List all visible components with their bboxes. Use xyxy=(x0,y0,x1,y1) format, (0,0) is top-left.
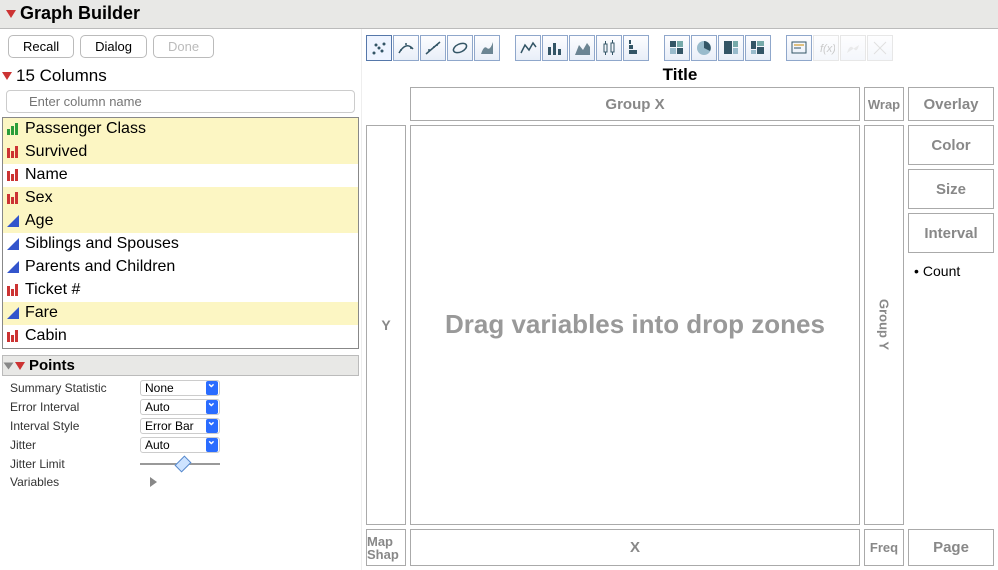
column-item-sex[interactable]: Sex xyxy=(3,187,358,210)
svg-text:f(x): f(x) xyxy=(820,43,835,55)
interval-zone[interactable]: Interval xyxy=(908,213,994,253)
jitter-label: Jitter xyxy=(10,438,140,452)
overlay-zone[interactable]: Overlay xyxy=(908,87,994,121)
error-interval-select[interactable]: Auto xyxy=(140,399,220,415)
continuous-icon xyxy=(7,238,21,250)
parallel-chart-button[interactable] xyxy=(867,35,893,61)
x-zone[interactable]: X xyxy=(410,529,860,566)
mapshape-zone[interactable]: Map Shap xyxy=(366,529,406,566)
treemap-chart-button[interactable] xyxy=(718,35,744,61)
column-item-passenger-class[interactable]: Passenger Class xyxy=(3,118,358,141)
heatmap-chart-button[interactable] xyxy=(664,35,690,61)
caption-box-button[interactable] xyxy=(786,35,812,61)
column-label: Parents and Children xyxy=(25,258,175,276)
done-button: Done xyxy=(153,35,214,58)
column-label: Age xyxy=(25,212,53,230)
size-zone[interactable]: Size xyxy=(908,169,994,209)
ellipse-chart-button[interactable] xyxy=(447,35,473,61)
column-search-input[interactable] xyxy=(6,90,355,113)
dialog-button[interactable]: Dialog xyxy=(80,35,147,58)
column-label: Survived xyxy=(25,143,87,161)
smoother-chart-button[interactable] xyxy=(393,35,419,61)
page-zone[interactable]: Page xyxy=(908,529,994,566)
formula-chart-button[interactable]: f(x) xyxy=(813,35,839,61)
nominal-icon xyxy=(7,169,21,181)
graph-area: f(x) Title Group X Wrap Overlay Y Drag v… xyxy=(362,29,998,570)
nominal-icon xyxy=(7,192,21,204)
expand-icon[interactable] xyxy=(150,477,157,487)
window-titlebar: Graph Builder xyxy=(0,0,998,29)
continuous-icon xyxy=(7,307,21,319)
points-label: Points xyxy=(29,357,75,374)
interval-style-label: Interval Style xyxy=(10,419,140,433)
continuous-icon xyxy=(7,261,21,273)
points-options: Summary Statistic None Error Interval Au… xyxy=(0,380,361,496)
columns-disclosure-icon[interactable] xyxy=(2,72,12,80)
column-label: Name xyxy=(25,166,68,184)
map-chart-button[interactable] xyxy=(840,35,866,61)
drop-zone-grid: Group X Wrap Overlay Y Drag variables in… xyxy=(362,87,998,570)
column-label: Ticket # xyxy=(25,281,80,299)
column-item-siblings[interactable]: Siblings and Spouses xyxy=(3,233,358,256)
jitter-limit-label: Jitter Limit xyxy=(10,457,140,471)
jitter-select[interactable]: Auto xyxy=(140,437,220,453)
column-label: Sex xyxy=(25,189,53,207)
contour-chart-button[interactable] xyxy=(474,35,500,61)
bar-chart-button[interactable] xyxy=(542,35,568,61)
chart-type-toolbar: f(x) xyxy=(362,29,998,65)
window-title: Graph Builder xyxy=(20,3,140,24)
column-item-ticket[interactable]: Ticket # xyxy=(3,279,358,302)
jitter-limit-slider[interactable] xyxy=(140,456,220,472)
nominal-icon xyxy=(7,146,21,158)
summary-statistic-select[interactable]: None xyxy=(140,380,220,396)
histogram-chart-button[interactable] xyxy=(623,35,649,61)
groupy-zone[interactable]: Group Y xyxy=(864,125,904,525)
variables-label: Variables xyxy=(10,475,140,489)
plot-title[interactable]: Title xyxy=(362,65,998,87)
column-item-parents[interactable]: Parents and Children xyxy=(3,256,358,279)
disclosure-triangle-icon[interactable] xyxy=(6,10,16,18)
groupx-zone[interactable]: Group X xyxy=(410,87,860,121)
column-label: Passenger Class xyxy=(25,120,146,138)
area-chart-button[interactable] xyxy=(569,35,595,61)
y-zone[interactable]: Y xyxy=(366,125,406,525)
control-panel: Recall Dialog Done 15 Columns Passenger … xyxy=(0,29,362,570)
disclosure-icon xyxy=(4,362,14,369)
nominal-icon xyxy=(7,330,21,342)
column-item-survived[interactable]: Survived xyxy=(3,141,358,164)
column-item-age[interactable]: Age xyxy=(3,210,358,233)
column-item-name[interactable]: Name xyxy=(3,164,358,187)
pie-chart-button[interactable] xyxy=(691,35,717,61)
column-list: Passenger Class Survived Name Sex Age Si… xyxy=(2,117,359,349)
column-item-fare[interactable]: Fare xyxy=(3,302,358,325)
freq-zone[interactable]: Freq xyxy=(864,529,904,566)
mosaic-chart-button[interactable] xyxy=(745,35,771,61)
column-item-cabin[interactable]: Cabin xyxy=(3,325,358,348)
column-label: Cabin xyxy=(25,327,67,345)
continuous-icon xyxy=(7,215,21,227)
points-section-header[interactable]: Points xyxy=(2,355,359,376)
column-label: Siblings and Spouses xyxy=(25,235,179,253)
nominal-icon xyxy=(7,284,21,296)
column-label: Fare xyxy=(25,304,58,322)
ordinal-icon xyxy=(7,123,21,135)
line-chart-button[interactable] xyxy=(515,35,541,61)
color-zone[interactable]: Color xyxy=(908,125,994,165)
menu-triangle-icon[interactable] xyxy=(15,362,25,370)
linefit-chart-button[interactable] xyxy=(420,35,446,61)
wrap-zone[interactable]: Wrap xyxy=(864,87,904,121)
boxplot-chart-button[interactable] xyxy=(596,35,622,61)
recall-button[interactable]: Recall xyxy=(8,35,74,58)
interval-style-select[interactable]: Error Bar xyxy=(140,418,220,434)
center-drop-zone[interactable]: Drag variables into drop zones xyxy=(410,125,860,525)
attribute-list[interactable]: •Count xyxy=(908,257,994,297)
points-chart-button[interactable] xyxy=(366,35,392,61)
summary-statistic-label: Summary Statistic xyxy=(10,381,140,395)
columns-count-label: 15 Columns xyxy=(16,66,107,86)
error-interval-label: Error Interval xyxy=(10,400,140,414)
